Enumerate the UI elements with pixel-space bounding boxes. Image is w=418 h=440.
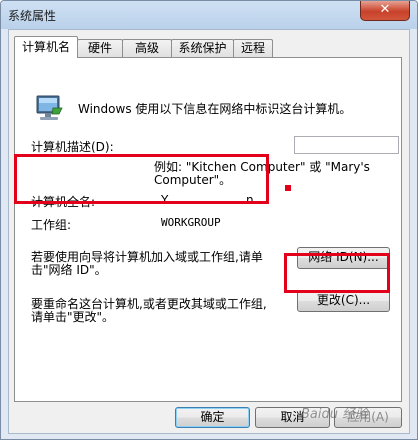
ok-button-label: 确定 <box>200 410 225 424</box>
change-button[interactable]: 更改(C)... <box>297 290 390 312</box>
tab-label: 高级 <box>134 41 159 55</box>
tab-system-protection[interactable]: 系统保护 <box>171 39 234 57</box>
network-id-button-label: 网络 ID(N)... <box>308 250 379 264</box>
tab-label: 远程 <box>240 41 265 55</box>
computer-icon <box>36 95 63 120</box>
network-id-text-line2: 击"网络 ID"。 <box>31 263 107 277</box>
watermark: Baidu 经验 <box>301 407 369 422</box>
tab-remote[interactable]: 远程 <box>233 39 273 57</box>
example-text-line2: Computer"。 <box>154 173 232 187</box>
window-title: 系统属性 <box>8 9 57 23</box>
title-bar[interactable]: 系统属性 ✕ <box>1 1 417 29</box>
description-label: 计算机描述(D): <box>31 140 114 154</box>
close-icon: ✕ <box>379 2 391 17</box>
full-name-value: Y n <box>161 193 254 207</box>
intro-text: Windows 使用以下信息在网络中标识这台计算机。 <box>78 102 352 116</box>
full-name-label: 计算机全名: <box>31 195 96 209</box>
dialog-content: 计算机名 硬件 高级 系统保护 远程 Windows 使用以下信息在网络中标识这… <box>8 29 410 434</box>
workgroup-value: WORKGROUP <box>161 216 221 229</box>
system-properties-window: 系统属性 ✕ 计算机名 硬件 高级 系统保护 远程 Windows 使用以下信息… <box>0 0 418 440</box>
ok-button[interactable]: 确定 <box>175 407 250 428</box>
tab-computer-name[interactable]: 计算机名 <box>14 36 78 58</box>
tab-label: 硬件 <box>87 41 112 55</box>
change-button-label: 更改(C)... <box>316 293 371 307</box>
description-input[interactable] <box>294 136 399 154</box>
rename-text-line2: 请单击"更改"。 <box>31 310 115 324</box>
workgroup-label: 工作组: <box>31 218 72 232</box>
network-id-button[interactable]: 网络 ID(N)... <box>297 247 390 269</box>
close-button[interactable]: ✕ <box>360 1 410 21</box>
tab-label: 计算机名 <box>21 40 70 54</box>
highlight-marker-dot <box>285 185 291 191</box>
full-name-value-start: Y <box>161 193 169 207</box>
tab-hardware[interactable]: 硬件 <box>77 39 123 57</box>
tab-advanced[interactable]: 高级 <box>122 39 172 57</box>
computer-name-panel: Windows 使用以下信息在网络中标识这台计算机。 计算机描述(D): 例如:… <box>14 57 402 402</box>
tab-label: 系统保护 <box>178 41 227 55</box>
full-name-value-end: n <box>246 193 254 207</box>
